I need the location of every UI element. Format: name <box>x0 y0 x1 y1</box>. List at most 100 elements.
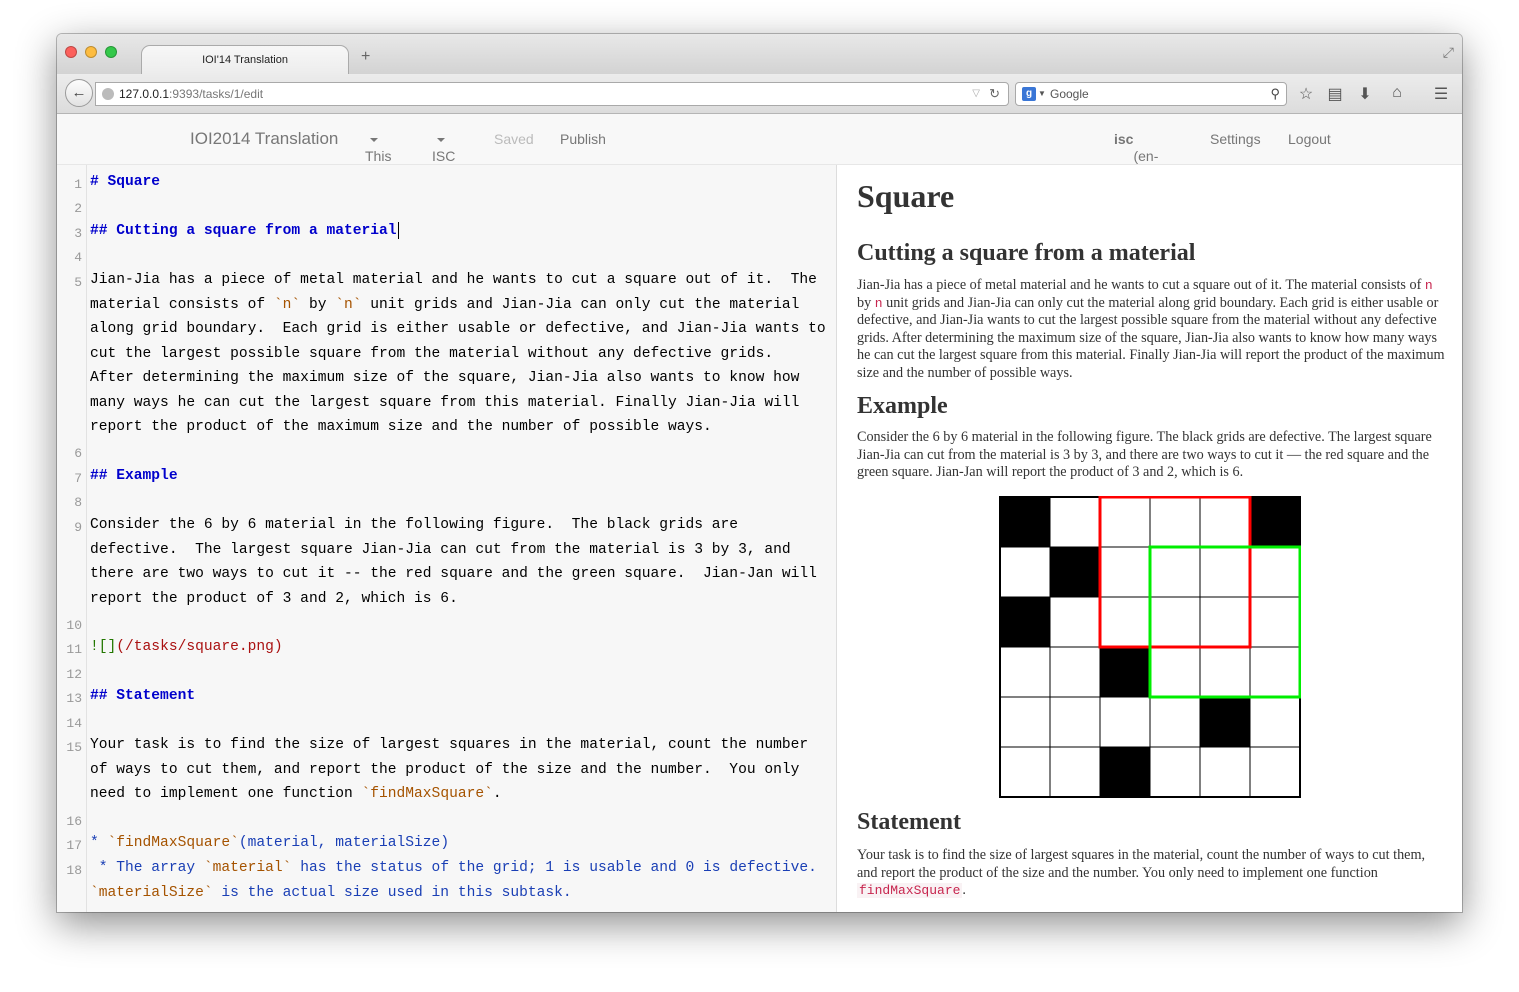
logout-link[interactable]: Logout <box>1288 131 1331 147</box>
browser-window: IOI'14 Translation + ⤢ ← 127.0.0.1:9393/… <box>57 34 1462 912</box>
usable-grid-cell <box>1199 596 1251 648</box>
usable-grid-cell <box>999 646 1051 698</box>
usable-grid-cell <box>1249 696 1301 748</box>
defective-grid-cell <box>1199 696 1251 748</box>
new-tab-button[interactable]: + <box>361 48 370 66</box>
back-arrow-icon: ← <box>71 84 87 101</box>
usable-grid-cell <box>999 696 1051 748</box>
usable-grid-cell <box>1149 646 1201 698</box>
line-number: 11 <box>66 642 82 657</box>
line-number: 12 <box>66 667 82 682</box>
line-number: 13 <box>66 691 82 706</box>
preview-paragraph-statement: Your task is to find the size of largest… <box>857 847 1426 898</box>
reload-icon[interactable]: ↻ <box>989 83 1000 105</box>
url-text: 127.0.0.1:9393/tasks/1/edit <box>119 87 264 101</box>
tab-strip: IOI'14 Translation + ⤢ <box>57 34 1462 75</box>
line-number: 10 <box>66 618 82 633</box>
line-number: 1 <box>74 177 82 192</box>
engine-dropdown-icon[interactable]: ▼ <box>1038 83 1046 105</box>
usable-grid-cell <box>1199 746 1251 798</box>
usable-grid-cell <box>1249 746 1301 798</box>
editor-line-9: Consider the 6 by 6 material in the foll… <box>90 517 826 607</box>
defective-grid-cell <box>1049 546 1101 598</box>
this-dropdown[interactable]: This <box>365 131 391 164</box>
usable-grid-cell <box>999 546 1051 598</box>
defective-grid-cell <box>1099 746 1151 798</box>
editor-line-17: * `findMaxSquare`(material, materialSize… <box>90 835 450 851</box>
usable-grid-cell <box>1199 496 1251 548</box>
markdown-editor[interactable]: 1 # Square 2 3 ## Cutting a square from … <box>57 165 837 912</box>
globe-icon <box>102 88 114 100</box>
line-number: 4 <box>74 250 82 265</box>
home-icon[interactable]: ⌂ <box>1386 84 1408 102</box>
editor-line-7: ## Example <box>90 468 178 484</box>
menu-icon[interactable]: ☰ <box>1430 84 1452 104</box>
fullscreen-icon[interactable]: ⤢ <box>1443 44 1454 61</box>
search-icon[interactable]: ⚲ <box>1270 83 1280 105</box>
reading-list-icon[interactable]: ▤ <box>1324 84 1346 104</box>
usable-grid-cell <box>1049 496 1101 548</box>
defective-grid-cell <box>999 596 1051 648</box>
usable-grid-cell <box>1099 696 1151 748</box>
zoom-window-button[interactable] <box>105 46 117 58</box>
usable-grid-cell <box>1049 696 1101 748</box>
caret-down-icon <box>370 138 378 143</box>
saved-status: Saved <box>494 131 534 147</box>
line-number: 16 <box>66 814 82 829</box>
line-number: 14 <box>66 716 82 731</box>
preview-heading-cutting: Cutting a square from a material <box>857 240 1196 266</box>
usable-grid-cell <box>1249 596 1301 648</box>
star-icon[interactable]: ☆ <box>1295 84 1317 104</box>
preview-heading-statement: Statement <box>857 809 961 835</box>
search-bar[interactable]: g ▼ Google ⚲ <box>1015 82 1287 106</box>
usable-grid-cell <box>999 746 1051 798</box>
preview-paragraph-example: Consider the 6 by 6 material in the foll… <box>857 429 1432 480</box>
usable-grid-cell <box>1149 546 1201 598</box>
markdown-preview: Square Cutting a square from a material … <box>837 165 1462 912</box>
isc-dropdown[interactable]: ISC <box>432 131 455 164</box>
defective-grid-cell <box>1249 496 1301 548</box>
usable-grid-cell <box>1049 746 1101 798</box>
url-bar[interactable]: 127.0.0.1:9393/tasks/1/edit ▽ ↻ <box>95 82 1009 106</box>
this-dropdown-label: This <box>365 148 392 164</box>
usable-grid-cell <box>1099 496 1151 548</box>
publish-link[interactable]: Publish <box>560 131 606 147</box>
line-number: 2 <box>74 201 82 216</box>
minimize-window-button[interactable] <box>85 46 97 58</box>
usable-grid-cell <box>1249 546 1301 598</box>
usable-grid-cell <box>1249 646 1301 698</box>
editor-line-15: Your task is to find the size of largest… <box>90 737 817 802</box>
download-icon[interactable]: ⬇ <box>1354 84 1376 104</box>
usable-grid-cell <box>1049 646 1101 698</box>
browser-tab[interactable]: IOI'14 Translation <box>141 45 349 75</box>
usable-grid-cell <box>1149 746 1201 798</box>
usable-grid-cell <box>1149 696 1201 748</box>
editor-line-13: ## Statement <box>90 688 196 704</box>
settings-link[interactable]: Settings <box>1210 131 1261 147</box>
line-number: 8 <box>74 495 82 510</box>
square-figure <box>999 496 1301 798</box>
line-number: 6 <box>74 446 82 461</box>
isc-dropdown-label: ISC <box>432 148 456 164</box>
user-link[interactable]: isc (en-ISC) <box>1114 131 1161 180</box>
line-number: 18 <box>66 863 82 878</box>
line-number: 3 <box>74 226 82 241</box>
usable-grid-cell <box>1149 596 1201 648</box>
google-engine-icon[interactable]: g <box>1022 87 1036 101</box>
defective-grid-cell <box>1099 646 1151 698</box>
preview-paragraph-intro: Jian-Jia has a piece of metal material a… <box>857 277 1445 381</box>
line-number: 15 <box>66 740 82 755</box>
usable-grid-cell <box>1099 546 1151 598</box>
brand-link[interactable]: IOI2014 Translation <box>190 129 338 149</box>
line-number: 7 <box>74 471 82 486</box>
user-name: isc <box>1114 131 1134 147</box>
history-dropdown-icon[interactable]: ▽ <box>972 83 980 105</box>
preview-title: Square <box>857 178 955 214</box>
close-window-button[interactable] <box>65 46 77 58</box>
line-number: 17 <box>66 838 82 853</box>
caret-down-icon <box>437 138 445 143</box>
usable-grid-cell <box>1199 646 1251 698</box>
text-cursor <box>397 221 399 239</box>
search-placeholder: Google <box>1050 87 1089 101</box>
back-button[interactable]: ← <box>65 79 93 107</box>
